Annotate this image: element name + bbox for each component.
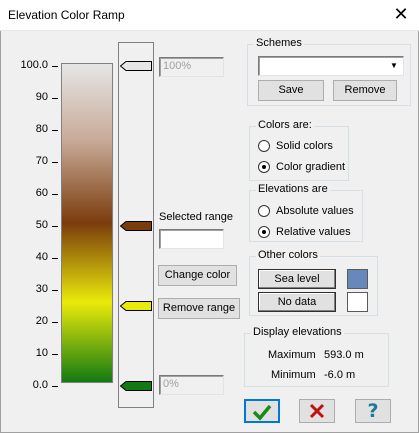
solid-colors-label: Solid colors — [276, 140, 333, 152]
remove-scheme-button[interactable]: Remove — [333, 80, 397, 101]
absolute-values-label: Absolute values — [276, 205, 354, 217]
sea-level-button[interactable]: Sea level — [258, 269, 336, 289]
no-data-button[interactable]: No data — [258, 292, 336, 312]
scale-tick-label: 10 — [35, 347, 48, 359]
radio-selected-icon[interactable] — [258, 161, 270, 173]
range-marker-mid[interactable] — [120, 221, 152, 231]
help-button[interactable]: ? — [355, 399, 391, 423]
scale-tick-mark — [52, 194, 58, 195]
remove-range-button[interactable]: Remove range — [158, 298, 240, 319]
scale-tick-mark — [52, 258, 58, 259]
ok-button[interactable] — [244, 399, 280, 423]
minimum-label: Minimum — [271, 369, 316, 381]
colors-are-legend: Colors are: — [256, 119, 314, 131]
scale-tick-label: 50 — [35, 219, 48, 231]
scale-tick-label: 30 — [35, 283, 48, 295]
maximum-label: Maximum — [268, 349, 316, 361]
display-elevations-group: Display elevations — [244, 326, 389, 387]
schemes-dropdown[interactable]: ▼ — [258, 56, 404, 76]
relative-values-radio[interactable]: Relative values — [258, 226, 358, 240]
elevations-are-legend: Elevations are — [256, 183, 330, 195]
title-bar: Elevation Color Ramp ✕ — [0, 0, 419, 31]
sea-level-color-swatch[interactable] — [347, 269, 368, 289]
scale-tick-mark — [52, 162, 58, 163]
maximum-value: 593.0 m — [324, 349, 364, 361]
color-gradient-radio[interactable]: Color gradient — [258, 161, 348, 175]
save-scheme-button[interactable]: Save — [258, 80, 324, 101]
scale-tick-label: 100.0 — [20, 59, 48, 71]
scale-tick-label: 70 — [35, 155, 48, 167]
selected-range-label: Selected range — [159, 211, 233, 223]
scale-tick-mark — [52, 130, 58, 131]
selected-range-input[interactable] — [159, 229, 224, 249]
absolute-values-radio[interactable]: Absolute values — [258, 205, 358, 219]
scale-tick-label: 80 — [35, 123, 48, 135]
other-colors-legend: Other colors — [256, 249, 320, 261]
scale-tick-label: 40 — [35, 251, 48, 263]
top-value-field: 100% — [159, 57, 224, 77]
chevron-down-icon[interactable]: ▼ — [386, 58, 402, 74]
bottom-value-field: 0% — [159, 375, 224, 395]
scale-tick-mark — [52, 98, 58, 99]
no-data-color-swatch[interactable] — [347, 292, 368, 312]
display-elevations-legend: Display elevations — [251, 326, 344, 338]
scale-tick-mark — [52, 66, 58, 67]
range-marker-bottom[interactable] — [120, 381, 152, 391]
scale-tick-mark — [52, 386, 58, 387]
scale-tick-mark — [52, 354, 58, 355]
schemes-legend: Schemes — [254, 37, 304, 49]
range-marker-top[interactable] — [120, 61, 152, 71]
scale-tick-mark — [52, 290, 58, 291]
scale-tick-mark — [52, 322, 58, 323]
scale-tick-label: 20 — [35, 315, 48, 327]
scale-tick-label: 90 — [35, 91, 48, 103]
radio-selected-icon[interactable] — [258, 226, 270, 238]
check-icon — [252, 404, 272, 421]
scale-tick-mark — [52, 226, 58, 227]
range-marker-selected[interactable] — [120, 301, 152, 311]
scale-tick-label: 60 — [35, 187, 48, 199]
minimum-value: -6.0 m — [324, 369, 356, 381]
change-color-button[interactable]: Change color — [158, 265, 237, 286]
relative-values-label: Relative values — [276, 226, 351, 238]
question-icon: ? — [367, 400, 379, 422]
color-gradient-label: Color gradient — [276, 161, 346, 173]
color-ramp — [61, 63, 113, 383]
close-icon[interactable]: ✕ — [383, 0, 419, 31]
radio-icon[interactable] — [258, 140, 270, 152]
solid-colors-radio[interactable]: Solid colors — [258, 140, 348, 154]
window-title: Elevation Color Ramp — [8, 8, 125, 22]
scale-tick-label: 0.0 — [32, 379, 48, 391]
cancel-button[interactable] — [299, 399, 335, 423]
x-icon — [309, 403, 325, 419]
radio-icon[interactable] — [258, 205, 270, 217]
